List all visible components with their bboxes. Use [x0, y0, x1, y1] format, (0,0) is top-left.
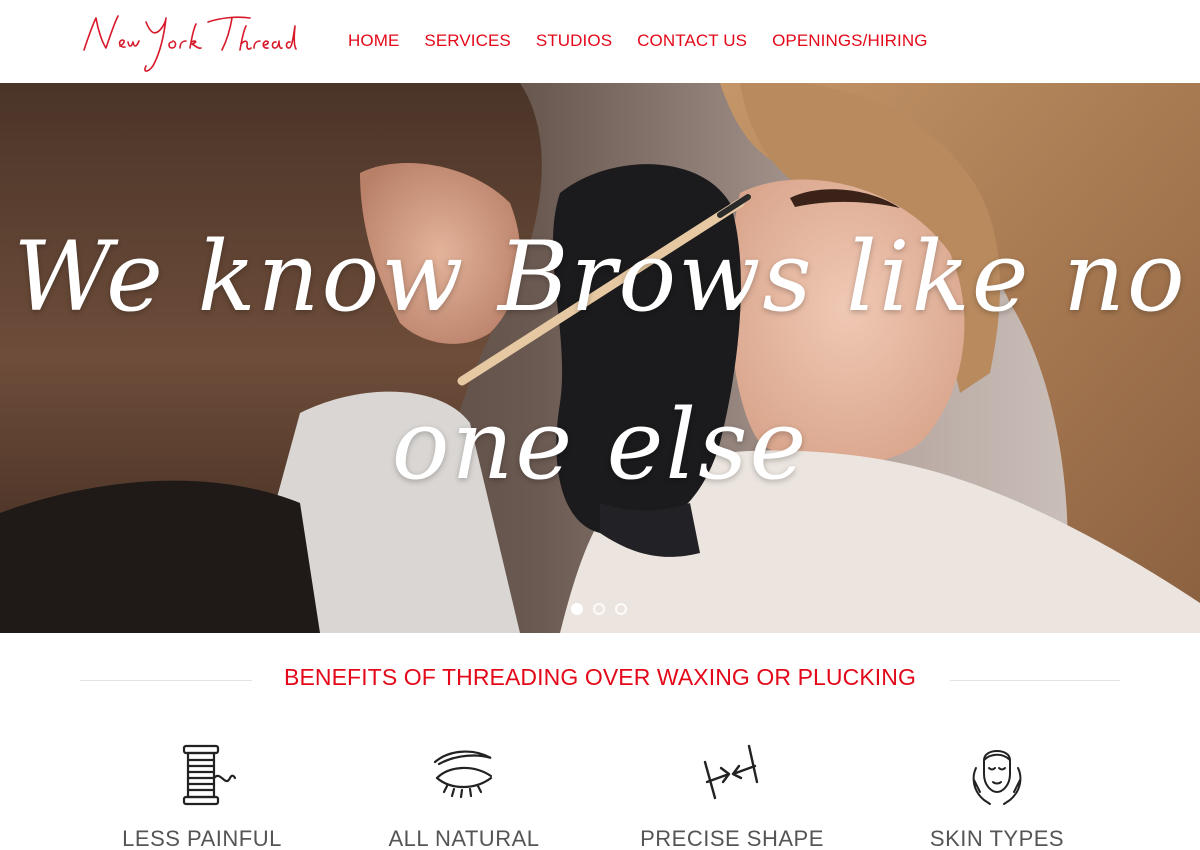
slider-dots — [571, 603, 627, 615]
benefit-label: SKIN TYPES — [929, 826, 1065, 850]
logo-script-mark — [83, 15, 297, 72]
benefits-list: LESS PAINFUL ALL NATURAL PRECISE SHAPE S… — [0, 740, 1200, 850]
hero-slider[interactable]: We know Brows like no one else — [0, 83, 1200, 633]
slider-dot-2[interactable] — [593, 603, 605, 615]
hero-headline-line1: We know Brows like no — [13, 221, 1187, 333]
divider-right — [950, 680, 1120, 681]
nav-studios[interactable]: STUDIOS — [536, 31, 612, 51]
benefit-all-natural: ALL NATURAL — [344, 740, 584, 850]
main-nav: HOME SERVICES STUDIOS CONTACT US OPENING… — [348, 31, 953, 51]
thread-spool-icon — [182, 744, 237, 806]
face-care-icon — [972, 750, 1022, 805]
benefit-label: ALL NATURAL — [388, 826, 540, 850]
site-header: HOME SERVICES STUDIOS CONTACT US OPENING… — [0, 0, 1200, 83]
nav-services[interactable]: SERVICES — [424, 31, 510, 51]
benefit-skin-types: SKIN TYPES — [877, 740, 1117, 850]
eye-brow-icon — [433, 750, 493, 799]
benefits-heading: BENEFITS OF THREADING OVER WAXING OR PLU… — [80, 664, 1120, 696]
benefit-label: PRECISE SHAPE — [640, 826, 824, 850]
benefit-less-painful: LESS PAINFUL — [82, 740, 322, 850]
hero-headline: We know Brows like no one else — [0, 193, 1200, 529]
nav-home[interactable]: HOME — [348, 31, 399, 51]
divider-left — [80, 680, 252, 681]
benefits-title: BENEFITS OF THREADING OVER WAXING OR PLU… — [284, 664, 916, 690]
slider-dot-3[interactable] — [615, 603, 627, 615]
site-logo[interactable] — [80, 8, 320, 76]
slider-dot-1[interactable] — [571, 603, 583, 615]
nav-openings-hiring[interactable]: OPENINGS/HIRING — [772, 31, 927, 51]
nav-contact-us[interactable]: CONTACT US — [637, 31, 747, 51]
benefit-label: LESS PAINFUL — [122, 826, 282, 850]
hero-headline-line2: one else — [391, 389, 809, 501]
precision-arrows-icon — [703, 744, 759, 800]
benefit-precise-shape: PRECISE SHAPE — [612, 740, 852, 850]
